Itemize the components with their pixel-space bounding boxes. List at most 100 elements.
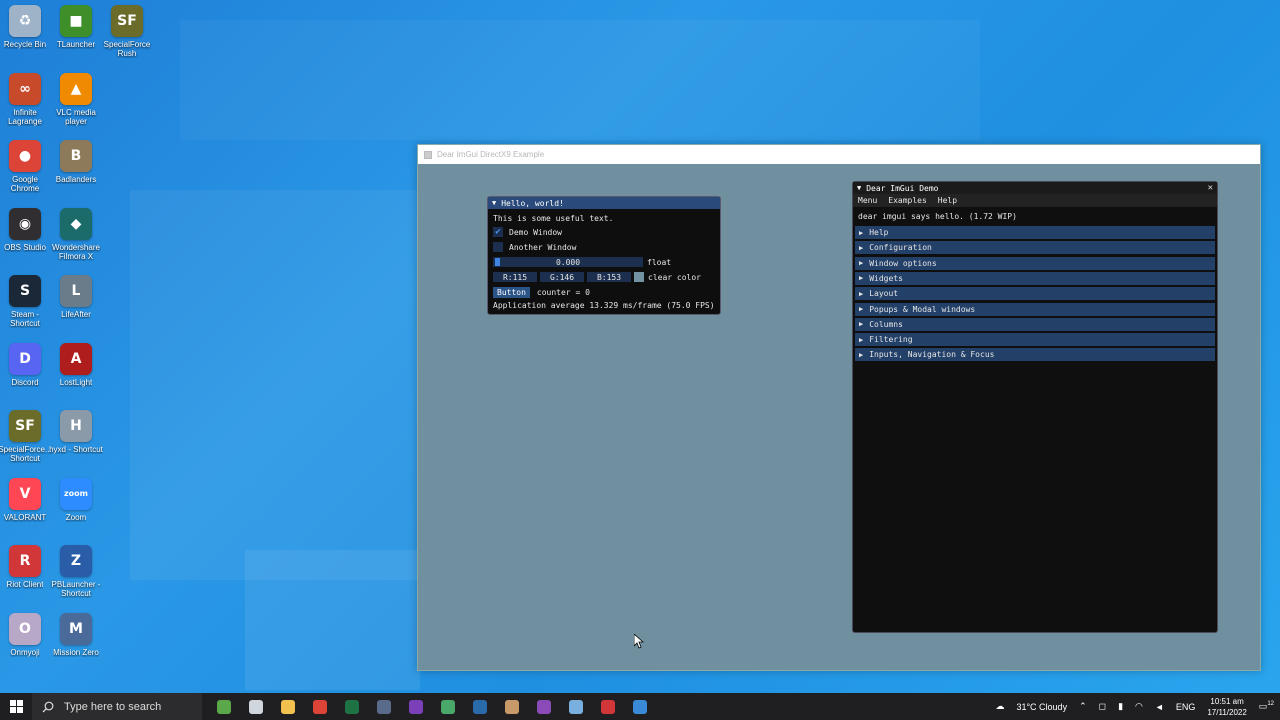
desktop-icon[interactable]: ◆ Wondershare Filmora X <box>48 207 104 261</box>
weather-text[interactable]: 31°C Cloudy <box>1016 702 1067 712</box>
menu-item-help[interactable]: Help <box>938 196 957 205</box>
app-icon-red[interactable] <box>592 693 624 720</box>
close-icon[interactable]: ✕ <box>1208 183 1213 193</box>
desktop-icon[interactable]: R Riot Client <box>0 545 53 589</box>
desktop-icon[interactable]: zoom Zoom <box>48 477 104 522</box>
desktop-icon[interactable]: O Onmyoji <box>0 612 53 657</box>
float-slider[interactable]: 0.000 <box>493 257 643 267</box>
visual-studio-2-icon[interactable] <box>528 693 560 720</box>
chrome-icon[interactable] <box>304 693 336 720</box>
taskbar-app-glyph <box>537 699 551 714</box>
collapsing-header[interactable]: ▶ Configuration <box>855 241 1215 255</box>
file-explorer-icon[interactable] <box>272 693 304 720</box>
app-icon: D <box>9 342 41 375</box>
desktop-icon-label: Zoom <box>65 512 87 522</box>
desktop-icon[interactable]: ◉ OBS Studio <box>0 207 53 252</box>
desktop-icon[interactable]: M Mission Zero <box>48 612 104 657</box>
collapsing-header[interactable]: ▶ Inputs, Navigation & Focus <box>855 348 1215 362</box>
color-b-drag[interactable]: B:153 <box>587 272 631 282</box>
desktop-icon[interactable]: ■ TLauncher <box>48 5 104 49</box>
visual-studio-icon[interactable] <box>400 693 432 720</box>
desktop-icon[interactable]: ∞ Infinite Lagrange <box>0 72 53 126</box>
desktop-icon[interactable]: SF SpecialForce Rush <box>99 5 155 58</box>
desktop-icon[interactable]: L LifeAfter <box>48 275 104 319</box>
hello-world-window[interactable]: ▼ Hello, world! This is some useful text… <box>487 196 721 315</box>
collapsing-header[interactable]: ▶ Popups & Modal windows <box>855 302 1215 316</box>
app-icon: S <box>9 275 41 307</box>
imgui-demo-window[interactable]: ▼ Dear ImGui Demo ✕ Menu Examples Help d… <box>852 181 1218 633</box>
app-icon-green[interactable] <box>432 693 464 720</box>
expand-arrow-icon: ▶ <box>859 335 864 344</box>
desktop-icon[interactable]: SF SpecialForce... Shortcut <box>0 410 53 463</box>
collapsing-header[interactable]: ▶ Columns <box>855 317 1215 331</box>
header-label: Filtering <box>869 335 913 345</box>
desktop-icon[interactable]: B Badlanders <box>48 140 104 184</box>
counter-button[interactable]: Button <box>493 287 530 298</box>
desktop-icon[interactable]: A LostLight <box>48 342 104 387</box>
imgui-app-icon[interactable] <box>624 693 656 720</box>
slider-label: float <box>647 257 672 267</box>
excel-icon[interactable] <box>336 693 368 720</box>
header-label: Layout <box>869 289 899 299</box>
imgui-host-window[interactable]: Dear ImGui DirectX9 Example ▼ Hello, wor… <box>417 144 1261 671</box>
wifi-icon[interactable]: ◠ <box>1135 701 1143 712</box>
calculator-icon[interactable] <box>368 693 400 720</box>
host-window-titlebar[interactable]: Dear ImGui DirectX9 Example <box>418 145 1260 164</box>
character-app-icon[interactable] <box>496 693 528 720</box>
another-window-checkbox-row[interactable]: Another Window <box>493 242 576 252</box>
collapsing-header[interactable]: ▶ Layout <box>855 287 1215 301</box>
collapsing-header[interactable]: ▶ Help <box>855 226 1215 239</box>
hello-window-titlebar[interactable]: ▼ Hello, world! <box>488 197 720 209</box>
taskbar: Type here to search ☁ 31°C Cloudy ⌃ ◻ ▮ … <box>0 693 1280 720</box>
color-r-drag[interactable]: R:115 <box>493 272 537 282</box>
desktop-icon[interactable]: V VALORANT <box>0 477 53 522</box>
notification-icon[interactable]: ▭12 <box>1259 701 1274 712</box>
desktop-icon[interactable]: ▲ VLC media player <box>48 72 104 126</box>
expand-arrow-icon: ▶ <box>859 350 864 359</box>
collapsing-header[interactable]: ▶ Window options <box>855 256 1215 270</box>
start-button[interactable] <box>0 693 32 720</box>
taskbar-app-glyph <box>249 699 263 714</box>
menu-item-examples[interactable]: Examples <box>888 196 927 205</box>
menu-item-menu[interactable]: Menu <box>858 196 877 205</box>
collapse-arrow-icon[interactable]: ▼ <box>857 184 861 192</box>
app-icon: O <box>9 612 41 645</box>
chevron-up-icon[interactable]: ⌃ <box>1079 701 1087 712</box>
desktop-icon[interactable]: D Discord <box>0 342 53 387</box>
cloud-icon[interactable]: ☁ <box>995 701 1004 712</box>
speaker-icon[interactable]: ◄ <box>1155 702 1164 712</box>
network-icon[interactable]: ◻ <box>1099 701 1106 712</box>
desktop-icon[interactable]: Z PBLauncher - Shortcut <box>48 545 104 598</box>
microphone-icon[interactable]: ▮ <box>1118 701 1123 712</box>
collapse-arrow-icon[interactable]: ▼ <box>492 199 496 207</box>
collapsing-header[interactable]: ▶ Widgets <box>855 271 1215 285</box>
desktop-icon-label: Onmyoji <box>10 647 40 657</box>
app-icon-blue[interactable] <box>464 693 496 720</box>
desktop-icon[interactable]: ♻ Recycle Bin <box>0 5 53 49</box>
slider-grab-handle[interactable] <box>495 258 500 266</box>
demo-window-checkbox-row[interactable]: ✔ Demo Window <box>493 227 562 237</box>
language-indicator[interactable]: ENG <box>1176 702 1196 712</box>
desktop-icon[interactable]: ● Google Chrome <box>0 140 53 193</box>
demo-window-titlebar[interactable]: ▼ Dear ImGui Demo ✕ <box>853 182 1217 194</box>
app-icon: ◆ <box>60 207 92 240</box>
app-icon: ∞ <box>9 72 41 105</box>
collapsing-header[interactable]: ▶ Filtering <box>855 333 1215 347</box>
desktop-icon[interactable]: Hhyxd - Shortcut <box>48 410 104 454</box>
clear-color-swatch[interactable] <box>634 272 644 282</box>
search-placeholder: Type here to search <box>64 700 162 713</box>
demo-window-checkbox[interactable]: ✔ <box>493 227 503 237</box>
header-label: Configuration <box>869 243 932 253</box>
taskbar-search-box[interactable]: Type here to search <box>32 693 202 720</box>
desktop-icon-label: Google Chrome <box>10 175 40 193</box>
app-icon-light[interactable] <box>560 693 592 720</box>
task-view-icon[interactable] <box>240 693 272 720</box>
clock-date: 17/11/2022 <box>1207 707 1247 717</box>
paint-icon[interactable] <box>208 693 240 720</box>
header-label: Window options <box>869 258 937 268</box>
clock[interactable]: 10:51 am 17/11/2022 <box>1207 696 1246 718</box>
color-g-drag[interactable]: G:146 <box>540 272 584 282</box>
another-window-checkbox[interactable] <box>493 242 503 252</box>
demo-menubar: Menu Examples Help <box>853 194 1217 207</box>
desktop-icon[interactable]: S Steam - Shortcut <box>0 275 53 328</box>
